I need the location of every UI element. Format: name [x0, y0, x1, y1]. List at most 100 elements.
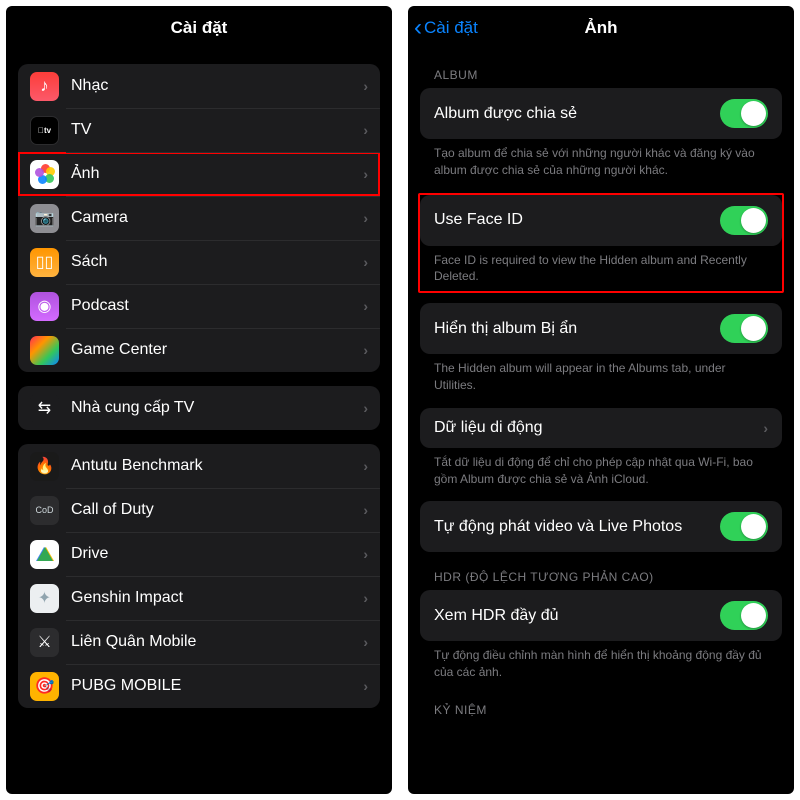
header: ‹ Cài đặt Ảnh	[408, 6, 794, 50]
chevron-right-icon: ›	[763, 420, 768, 436]
settings-group-tv-provider: ⇆ Nhà cung cấp TV ›	[18, 386, 380, 430]
footer-hdr: Tự động điều chỉnh màn hình để hiển thị …	[420, 641, 782, 685]
chevron-right-icon: ›	[363, 502, 368, 518]
settings-list[interactable]: ♪ Nhạc › tv TV › Ảnh › 📷 Camera ›	[6, 50, 392, 794]
chevron-right-icon: ›	[363, 590, 368, 606]
row-label: Nhạc	[71, 77, 363, 95]
section-header-album: ALBUM	[420, 50, 782, 88]
row-cod[interactable]: CoD Call of Duty ›	[18, 488, 380, 532]
pubg-icon: 🎯	[30, 672, 59, 701]
footer-faceid: Face ID is required to view the Hidden a…	[420, 246, 782, 290]
chevron-right-icon: ›	[363, 78, 368, 94]
row-label: Sách	[71, 253, 363, 271]
row-anh[interactable]: Ảnh ›	[18, 152, 380, 196]
page-title: Cài đặt	[171, 18, 228, 38]
hdr-toggle[interactable]	[720, 601, 768, 630]
row-label: Liên Quân Mobile	[71, 633, 363, 651]
footer-hidden: The Hidden album will appear in the Albu…	[420, 354, 782, 398]
row-label: TV	[71, 121, 363, 139]
settings-left-phone: Cài đặt ♪ Nhạc › tv TV › Ảnh › 📷	[6, 6, 392, 794]
chevron-left-icon: ‹	[414, 16, 422, 40]
page-title: Ảnh	[584, 18, 617, 38]
faceid-block-highlight: Use Face ID Face ID is required to view …	[418, 193, 784, 294]
hidden-block: Hiển thị album Bị ẩn The Hidden album wi…	[420, 303, 782, 398]
row-autoplay[interactable]: Tự động phát video và Live Photos	[420, 501, 782, 552]
row-sach[interactable]: ▯▯ Sách ›	[18, 240, 380, 284]
game-center-icon	[30, 336, 59, 365]
row-podcast[interactable]: ◉ Podcast ›	[18, 284, 380, 328]
footer-shared-album: Tạo album để chia sẻ với những người khá…	[420, 139, 782, 183]
row-nhac[interactable]: ♪ Nhạc ›	[18, 64, 380, 108]
chevron-right-icon: ›	[363, 342, 368, 358]
tv-provider-icon: ⇆	[30, 394, 59, 423]
row-tv[interactable]: tv TV ›	[18, 108, 380, 152]
footer-cellular: Tắt dữ liệu di động để chỉ cho phép cập …	[420, 448, 782, 492]
cell-label: Dữ liệu di động	[434, 419, 763, 437]
row-label: Game Center	[71, 341, 363, 359]
row-lienquan[interactable]: ⚔ Liên Quân Mobile ›	[18, 620, 380, 664]
photos-settings-list[interactable]: ALBUM Album được chia sẻ Tạo album để ch…	[408, 50, 794, 794]
back-button[interactable]: ‹ Cài đặt	[414, 16, 478, 40]
drive-icon	[30, 540, 59, 569]
cell-label: Album được chia sẻ	[434, 105, 720, 123]
chevron-right-icon: ›	[363, 298, 368, 314]
autoplay-block: Tự động phát video và Live Photos	[420, 501, 782, 552]
row-pubg[interactable]: 🎯 PUBG MOBILE ›	[18, 664, 380, 708]
row-label: Call of Duty	[71, 501, 363, 519]
row-drive[interactable]: Drive ›	[18, 532, 380, 576]
shared-album-toggle[interactable]	[720, 99, 768, 128]
podcast-icon: ◉	[30, 292, 59, 321]
autoplay-toggle[interactable]	[720, 512, 768, 541]
row-label: PUBG MOBILE	[71, 677, 363, 695]
genshin-icon: ✦	[30, 584, 59, 613]
faceid-toggle[interactable]	[720, 206, 768, 235]
cell-label: Use Face ID	[434, 211, 720, 229]
cellular-block: Dữ liệu di động › Tắt dữ liệu di động để…	[420, 408, 782, 492]
row-antutu[interactable]: 🔥 Antutu Benchmark ›	[18, 444, 380, 488]
lienquan-icon: ⚔	[30, 628, 59, 657]
row-game-center[interactable]: Game Center ›	[18, 328, 380, 372]
row-use-faceid[interactable]: Use Face ID	[420, 195, 782, 246]
row-label: Ảnh	[71, 165, 363, 183]
photos-icon	[30, 160, 59, 189]
cell-label: Hiển thị album Bị ẩn	[434, 320, 720, 338]
row-tv-provider[interactable]: ⇆ Nhà cung cấp TV ›	[18, 386, 380, 430]
chevron-right-icon: ›	[363, 546, 368, 562]
chevron-right-icon: ›	[363, 678, 368, 694]
cell-label: Tự động phát video và Live Photos	[434, 518, 720, 536]
back-label: Cài đặt	[424, 18, 478, 38]
camera-icon: 📷	[30, 204, 59, 233]
row-hdr[interactable]: Xem HDR đầy đủ	[420, 590, 782, 641]
row-label: Nhà cung cấp TV	[71, 399, 363, 417]
row-hidden-album[interactable]: Hiển thị album Bị ẩn	[420, 303, 782, 354]
chevron-right-icon: ›	[363, 634, 368, 650]
settings-group-apple: ♪ Nhạc › tv TV › Ảnh › 📷 Camera ›	[18, 64, 380, 372]
tv-icon: tv	[30, 116, 59, 145]
settings-right-phone: ‹ Cài đặt Ảnh ALBUM Album được chia sẻ T…	[408, 6, 794, 794]
row-label: Podcast	[71, 297, 363, 315]
chevron-right-icon: ›	[363, 166, 368, 182]
settings-group-thirdparty: 🔥 Antutu Benchmark › CoD Call of Duty › …	[18, 444, 380, 708]
chevron-right-icon: ›	[363, 458, 368, 474]
row-shared-album[interactable]: Album được chia sẻ	[420, 88, 782, 139]
chevron-right-icon: ›	[363, 210, 368, 226]
antutu-icon: 🔥	[30, 452, 59, 481]
header: Cài đặt	[6, 6, 392, 50]
music-icon: ♪	[30, 72, 59, 101]
row-cellular-data[interactable]: Dữ liệu di động ›	[420, 408, 782, 448]
row-genshin[interactable]: ✦ Genshin Impact ›	[18, 576, 380, 620]
row-camera[interactable]: 📷 Camera ›	[18, 196, 380, 240]
row-label: Genshin Impact	[71, 589, 363, 607]
chevron-right-icon: ›	[363, 400, 368, 416]
row-label: Camera	[71, 209, 363, 227]
section-header-hdr: HDR (ĐỘ LỆCH TƯƠNG PHẢN CAO)	[420, 552, 782, 590]
row-label: Drive	[71, 545, 363, 563]
chevron-right-icon: ›	[363, 254, 368, 270]
hidden-album-toggle[interactable]	[720, 314, 768, 343]
books-icon: ▯▯	[30, 248, 59, 277]
cod-icon: CoD	[30, 496, 59, 525]
cell-label: Xem HDR đầy đủ	[434, 607, 720, 625]
section-header-memories: KỶ NIỆM	[420, 685, 782, 723]
chevron-right-icon: ›	[363, 122, 368, 138]
row-label: Antutu Benchmark	[71, 457, 363, 475]
